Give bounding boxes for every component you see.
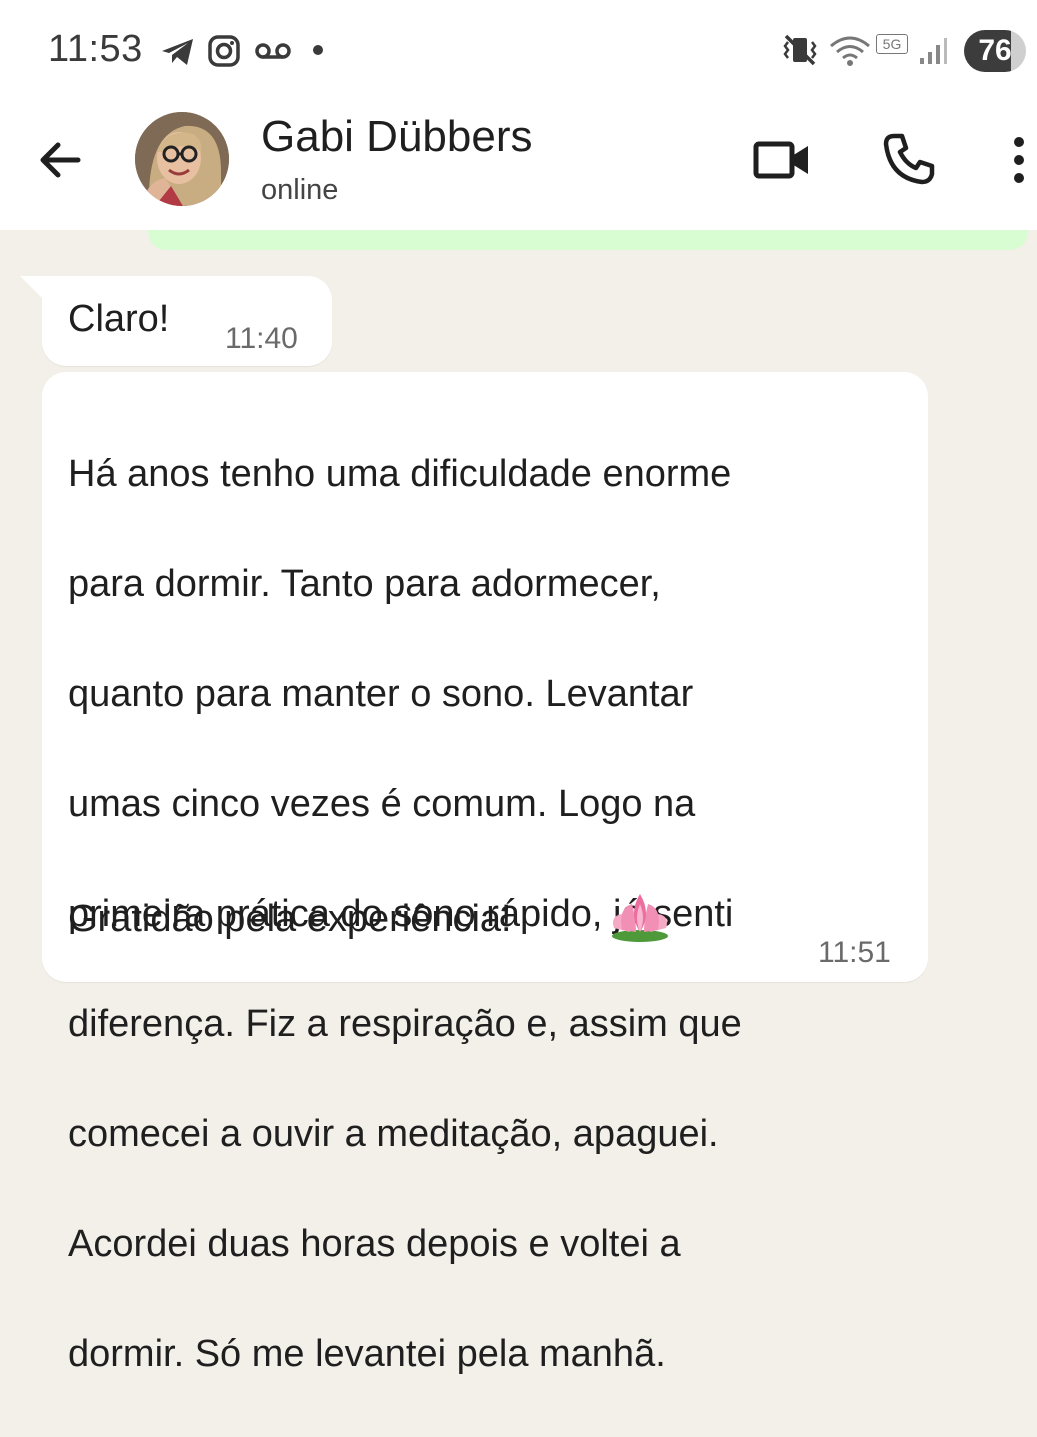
contact-name[interactable]: Gabi Dübbers	[261, 112, 532, 162]
video-call-icon[interactable]	[752, 136, 812, 186]
battery-icon: 76	[964, 30, 1026, 72]
battery-level: 76	[978, 34, 1012, 67]
telegram-icon	[162, 39, 193, 65]
dot-icon	[313, 45, 323, 55]
incoming-message[interactable]: Claro! 11:40	[20, 276, 332, 366]
status-bar: 11:53 5G 76	[0, 0, 1037, 100]
voicemail-icon	[255, 43, 291, 59]
incoming-message[interactable]: Há anos tenho uma dificuldade enorme par…	[42, 372, 928, 1375]
wifi-icon	[830, 36, 870, 66]
mute-vibrate-icon	[783, 34, 817, 66]
message-line: diferença. Fiz a respiração e, assim que	[68, 1003, 742, 1045]
message-line: comecei a ouvir a meditação, apaguei.	[68, 1113, 719, 1155]
message-line: dormir. Só me levantei pela manhã.	[68, 1333, 666, 1375]
message-closing: Gratidão pela experiência!	[68, 898, 512, 940]
back-arrow-icon[interactable]	[36, 138, 88, 182]
message-line: para dormir. Tanto para adormecer,	[68, 563, 661, 605]
avatar-photo	[135, 112, 229, 206]
status-time: 11:53	[48, 28, 143, 70]
signal-icon	[920, 38, 947, 64]
chat-header: Gabi Dübbers online	[0, 100, 1037, 230]
network-type-badge: 5G	[876, 34, 908, 54]
outgoing-bubble-partial	[148, 230, 1028, 250]
more-options-icon[interactable]	[1006, 134, 1032, 186]
message-text: Claro!	[68, 298, 170, 340]
message-time: 11:40	[225, 322, 298, 355]
message-line: Acordei duas horas depois e voltei a	[68, 1223, 681, 1265]
lotus-emoji	[612, 894, 668, 942]
message-line: quanto para manter o sono. Levantar	[68, 673, 694, 715]
message-line: umas cinco vezes é comum. Logo na	[68, 783, 696, 825]
chat-area[interactable]: Claro! 11:40 Há anos tenho uma dificulda…	[0, 230, 1037, 1375]
avatar[interactable]	[135, 112, 229, 206]
message-line: Há anos tenho uma dificuldade enorme	[68, 453, 732, 495]
instagram-icon	[208, 35, 240, 67]
top-bar: 11:53 5G 76 Gabi Dübbers online	[0, 0, 1037, 230]
message-time: 11:51	[818, 936, 891, 969]
contact-status: online	[261, 174, 339, 206]
phone-icon[interactable]	[880, 130, 938, 188]
bubble-tail	[20, 276, 42, 298]
